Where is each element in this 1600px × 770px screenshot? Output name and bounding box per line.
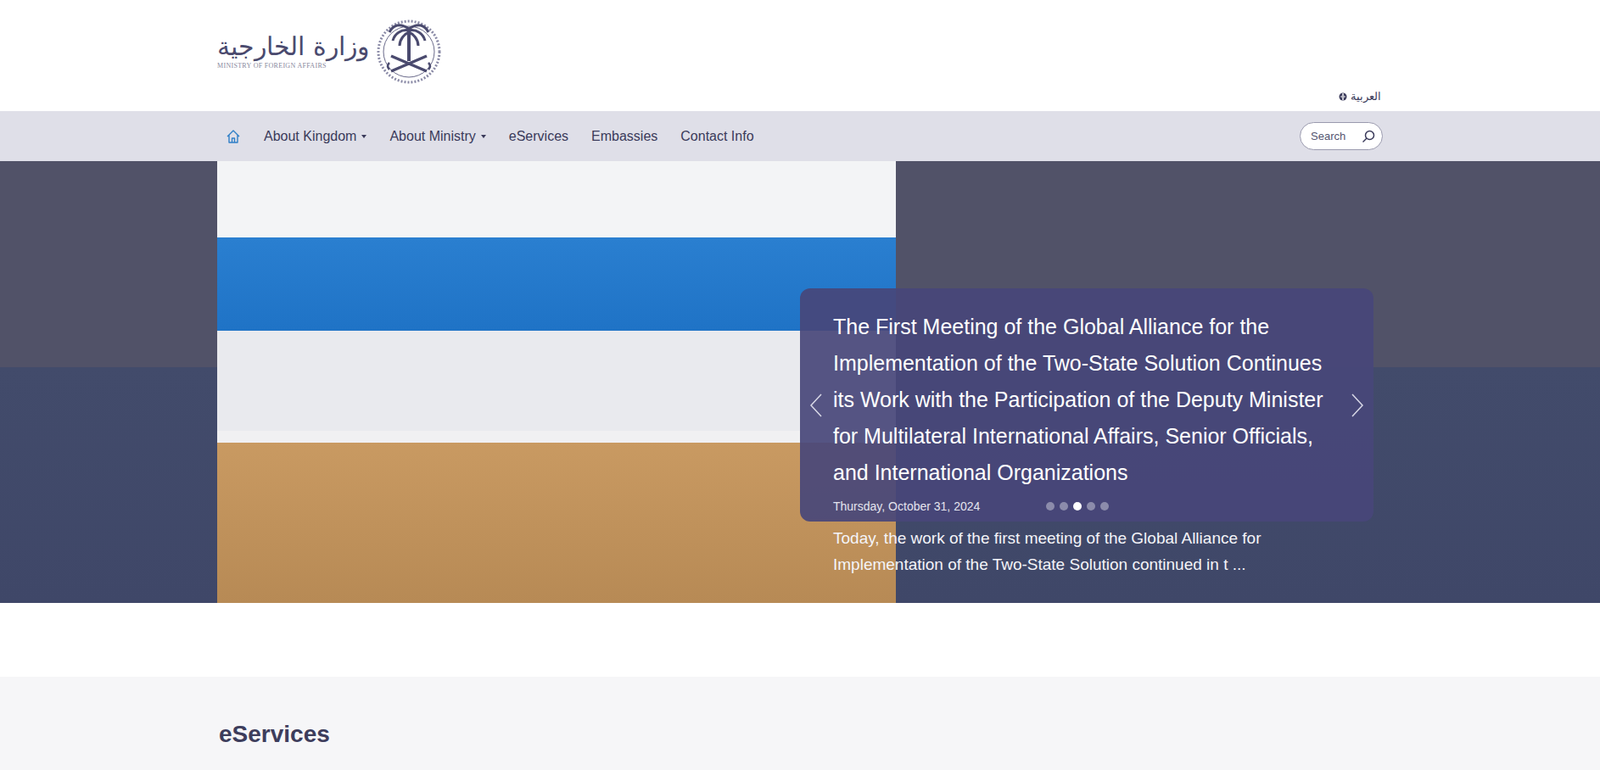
nav-item[interactable]: Contact Info [680, 123, 754, 150]
home-icon [225, 128, 241, 145]
chevron-left-icon [808, 392, 824, 419]
ministry-logo[interactable]: وزارة الخارجيةMINISTRY OF FOREIGN AFFAIR… [217, 0, 444, 85]
slide-dot[interactable] [1100, 502, 1109, 511]
caption-card: The First Meeting of the Global Alliance… [800, 288, 1374, 522]
news-slider: The First Meeting of the Global Alliance… [0, 161, 1600, 604]
nav-item[interactable]: Embassies [591, 123, 658, 150]
nav-item-label: eServices [509, 128, 569, 145]
logo-english-text: MINISTRY OF FOREIGN AFFAIRS [217, 61, 327, 70]
nav-item[interactable]: About Kingdom [263, 123, 367, 150]
card-footer: Thursday, October 31, 2024 [833, 499, 1337, 514]
emblem-icon [374, 15, 444, 85]
slide-dot[interactable] [1046, 502, 1055, 511]
logo-arabic-text: وزارة الخارجية [217, 31, 370, 62]
nav-item-label: Contact Info [680, 128, 754, 145]
nav-item[interactable]: eServices [509, 123, 569, 150]
spacer [0, 603, 1600, 677]
photo-table [217, 430, 896, 443]
nav-items: About Kingdom About Ministry eServices Emba… [217, 123, 755, 150]
nav-item-label: Embassies [591, 128, 658, 145]
search-input[interactable] [1310, 129, 1362, 143]
section-title: eServices [217, 676, 1383, 749]
eservices-section: eServices [0, 676, 1600, 770]
search-icon [1361, 129, 1376, 144]
home-link[interactable] [225, 123, 241, 150]
dropdown-caret-icon [361, 134, 367, 139]
slider-container: The First Meeting of the Global Alliance… [217, 161, 1383, 604]
slide-photo[interactable] [217, 161, 896, 604]
slide-title[interactable]: The First Meeting of the Global Alliance… [833, 308, 1337, 492]
nav-container: About Kingdom About Ministry eServices Emba… [217, 111, 1383, 162]
globe-icon [1338, 92, 1348, 101]
nav-item-label: About Kingdom [263, 128, 357, 145]
logo-text: وزارة الخارجيةMINISTRY OF FOREIGN AFFAIR… [217, 31, 370, 70]
site-header: وزارة الخارجيةMINISTRY OF FOREIGN AFFAIR… [0, 0, 1600, 112]
slide-dot[interactable] [1086, 502, 1096, 511]
slide-date: Thursday, October 31, 2024 [833, 499, 980, 514]
search-box[interactable] [1299, 122, 1383, 151]
language-label: العربية [1350, 89, 1382, 103]
prev-slide-button[interactable] [808, 392, 824, 419]
slide-dots [1046, 502, 1109, 511]
chevron-right-icon [1349, 392, 1366, 419]
slide-dot[interactable] [1073, 502, 1082, 511]
section-container: eServices [217, 676, 1383, 749]
slide-summary: Today, the work of the first meeting of … [800, 521, 1374, 578]
main-nav: About Kingdom About Ministry eServices Emba… [0, 111, 1600, 162]
language-switch[interactable]: العربية [1337, 88, 1383, 105]
header-container: وزارة الخارجيةMINISTRY OF FOREIGN AFFAIR… [217, 0, 1383, 112]
slide-caption: The First Meeting of the Global Alliance… [800, 288, 1374, 578]
next-slide-button[interactable] [1349, 392, 1366, 419]
nav-item[interactable]: About Ministry [389, 123, 486, 150]
slide-dot[interactable] [1059, 502, 1069, 511]
nav-item-label: About Ministry [389, 128, 476, 145]
dropdown-caret-icon [481, 134, 487, 139]
